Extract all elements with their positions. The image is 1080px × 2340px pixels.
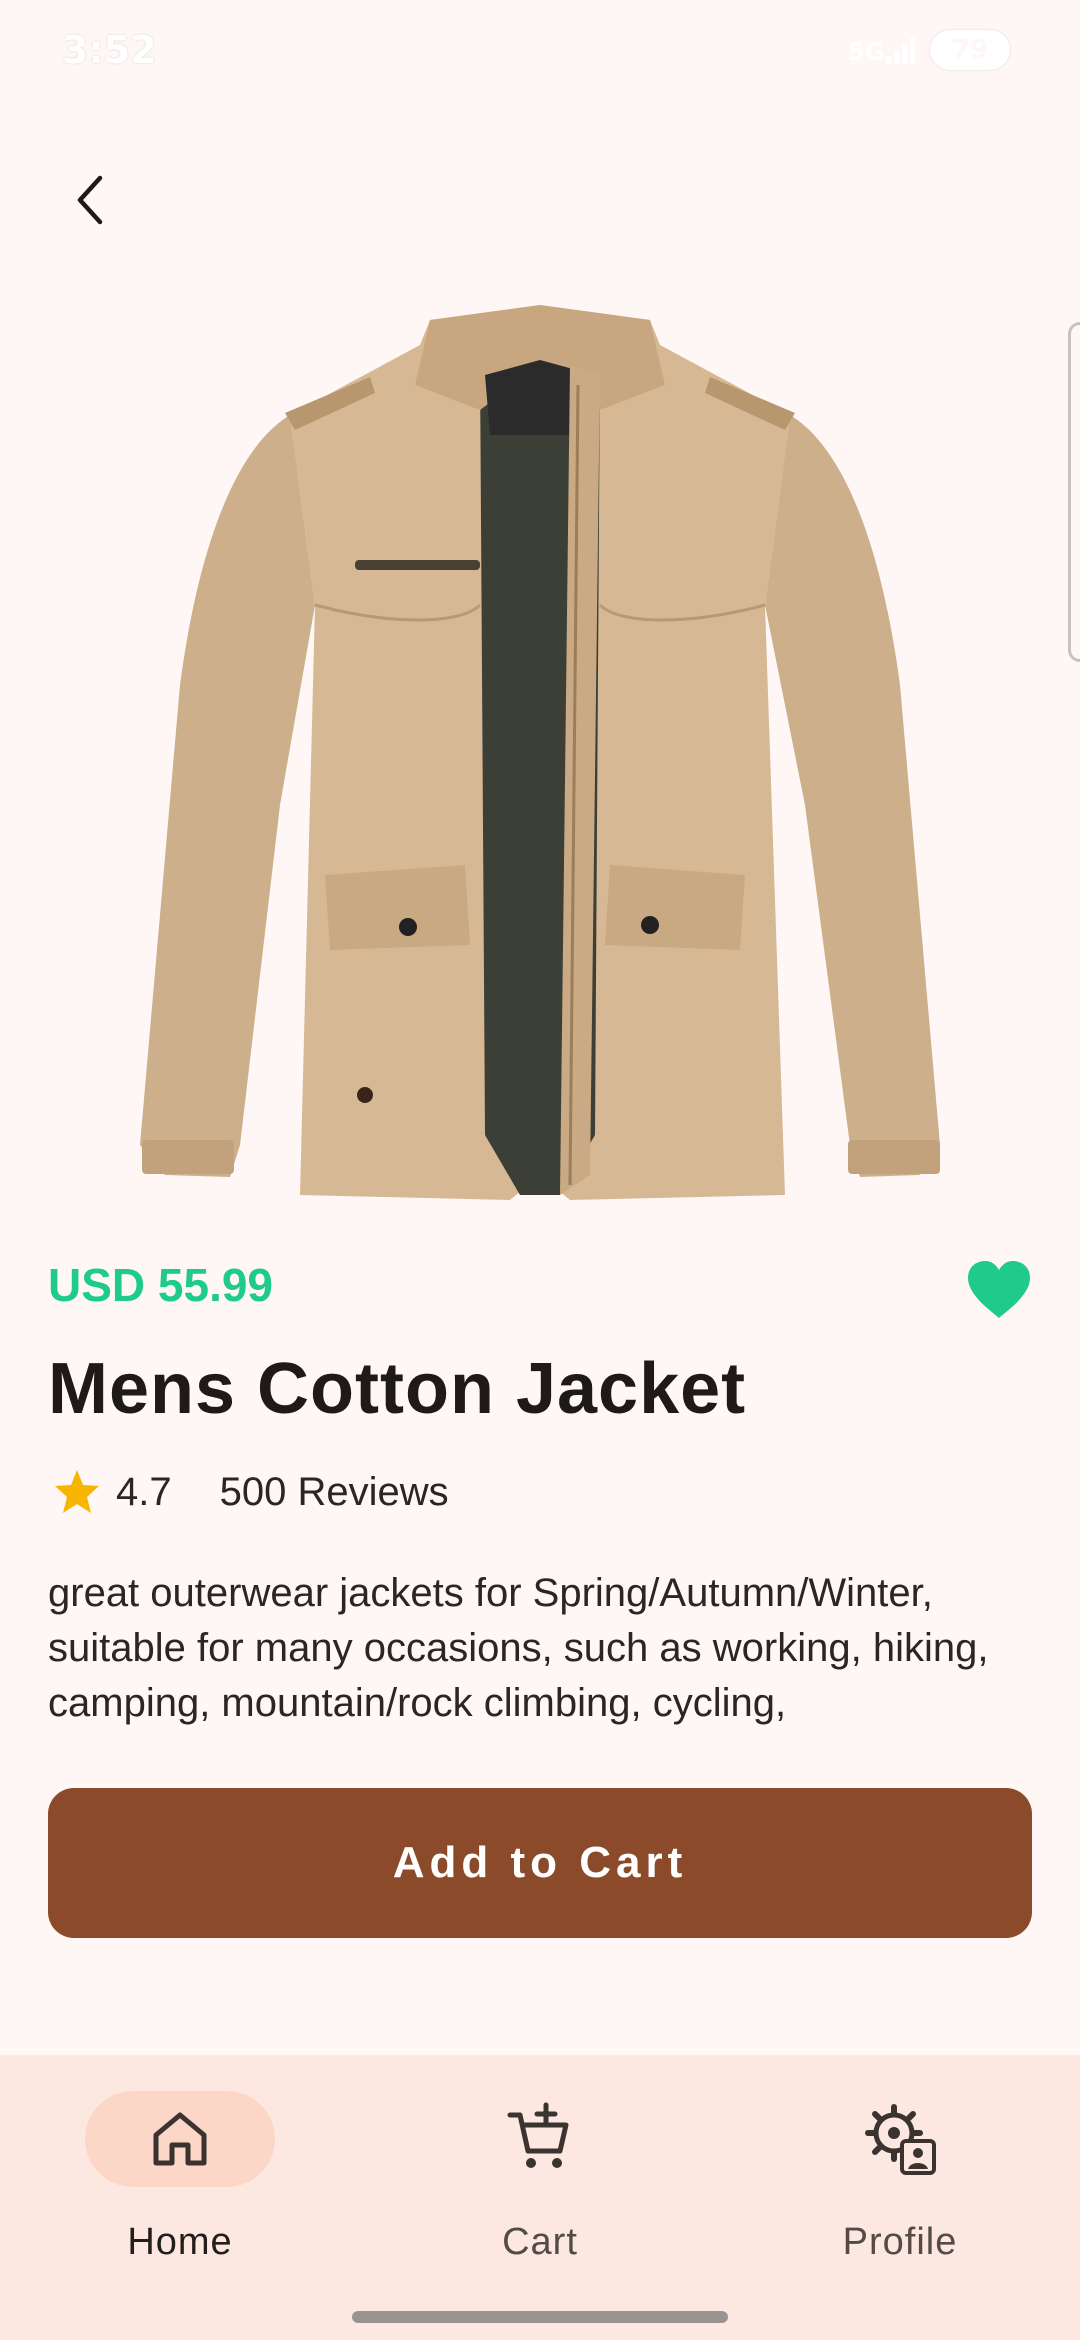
heart-icon [968,1261,1030,1318]
nav-label-cart: Cart [502,2221,578,2263]
product-detail-screen: 3:52 5G 79 USD 55.99 Mens Cotton Jacket … [0,0,1080,2340]
home-icon [153,2112,207,2166]
back-button[interactable] [50,160,130,240]
settings-account-icon [865,2104,936,2175]
rating-row: 4.7 500 Reviews [52,1464,449,1520]
battery-level: 79 [951,35,989,65]
signal-icon: 5G [848,38,915,66]
nav-item-cart[interactable]: Cart [390,2091,690,2311]
nav-item-profile[interactable]: Profile [750,2091,1050,2311]
battery-indicator: 79 [930,30,1010,70]
svg-text:5G: 5G [848,38,884,66]
favorite-button[interactable] [964,1258,1034,1322]
nav-item-home[interactable]: Home [30,2091,330,2311]
bottom-navigation: Home Cart Profile [0,2055,1080,2340]
rating-value: 4.7 [116,1469,172,1514]
nav-label-home: Home [127,2221,233,2263]
home-gesture-bar[interactable] [352,2311,728,2323]
nav-label-profile: Profile [842,2221,958,2263]
product-image [140,305,940,1200]
status-time: 3:52 [62,28,157,72]
add-to-cart-button[interactable]: Add to Cart [48,1788,1032,1938]
product-price: USD 55.99 [48,1259,274,1311]
star-icon [55,1470,99,1513]
add-to-cart-label: Add to Cart [392,1838,688,1887]
product-title: Mens Cotton Jacket [48,1349,747,1429]
chevron-left-icon [77,175,103,225]
scroll-indicator[interactable] [1068,322,1080,662]
status-bar: 3:52 5G 79 [0,0,1080,110]
status-icons: 5G 79 [848,30,1010,70]
cart-add-icon [507,2102,569,2168]
product-description: great outerwear jackets for Spring/Autum… [48,1571,989,1725]
review-count[interactable]: 500 Reviews [220,1470,449,1515]
